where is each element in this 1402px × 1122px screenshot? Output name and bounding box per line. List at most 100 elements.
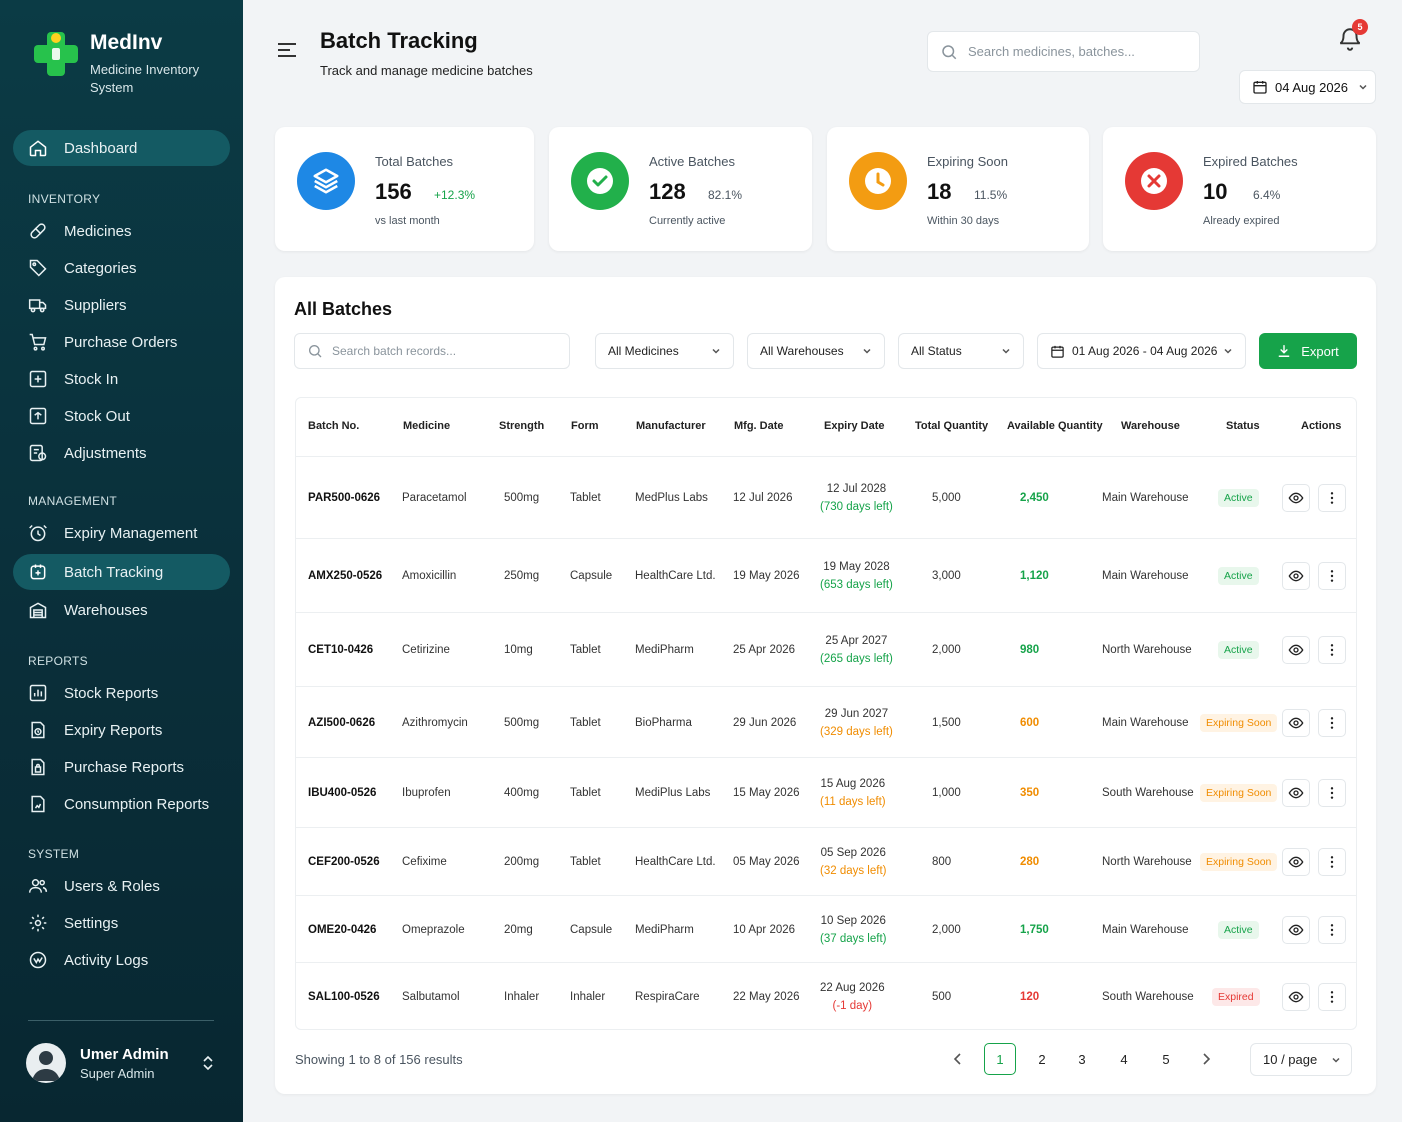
page-2[interactable]: 2 [1026, 1043, 1058, 1075]
sidebar-item-stock-reports[interactable]: Stock Reports [13, 675, 230, 711]
table-row[interactable]: IBU400-0526 Ibuprofen 400mg Tablet MediPlus … [296, 757, 1356, 827]
status-badge: Expiring Soon [1200, 713, 1278, 732]
sidebar-item-label: Adjustments [64, 444, 147, 462]
manufacturer: MedPlus Labs [635, 492, 708, 504]
more-actions-button[interactable] [1318, 708, 1346, 737]
section-system: SYSTEM [28, 847, 80, 861]
days-left: (653 days left) [820, 579, 893, 591]
batch-search-input[interactable] [332, 344, 552, 358]
box-out-icon [29, 407, 47, 425]
table-row[interactable]: OME20-0426 Omeprazole 20mg Capsule MediPharm… [296, 895, 1356, 962]
warehouse: Main Warehouse [1102, 570, 1189, 582]
user-name: Umer Admin [80, 1045, 169, 1063]
sidebar-item-adjustments[interactable]: Adjustments [13, 435, 230, 471]
view-button[interactable] [1282, 915, 1310, 944]
chevron-right-icon[interactable] [1199, 1052, 1213, 1066]
sidebar-item-warehouses[interactable]: Warehouses [13, 592, 230, 628]
filter-date-range[interactable]: 01 Aug 2026 - 04 Aug 2026 [1037, 333, 1246, 369]
view-button[interactable] [1282, 562, 1310, 590]
status-badge: Expiring Soon [1200, 853, 1278, 871]
avatar [26, 1043, 66, 1083]
column-header: Actions [1301, 420, 1342, 432]
global-search[interactable] [927, 31, 1200, 72]
table-row[interactable]: CET10-0426 Cetirizine 10mg Tablet MediPharm 2… [296, 612, 1356, 686]
filter-status[interactable]: All Status [898, 333, 1024, 369]
more-actions-button[interactable] [1318, 562, 1346, 590]
more-actions-button[interactable] [1318, 915, 1346, 944]
sidebar-item-medicines[interactable]: Medicines [13, 213, 230, 249]
mfg-date: 15 May 2026 [733, 787, 800, 799]
sidebar-item-expiry-management[interactable]: Expiry Management [13, 515, 230, 551]
date-picker[interactable]: 04 Aug 2026 [1239, 70, 1376, 104]
chevron-updown-icon[interactable] [200, 1055, 216, 1071]
activity-icon [29, 951, 47, 969]
sidebar-item-suppliers[interactable]: Suppliers [13, 287, 230, 323]
more-actions-button[interactable] [1318, 983, 1346, 1011]
page-1[interactable]: 1 [984, 1043, 1016, 1075]
stat-label: Active Batches [649, 154, 735, 169]
stat-note: vs last month [375, 215, 440, 227]
more-actions-button[interactable] [1318, 636, 1346, 664]
days-left: (730 days left) [820, 501, 893, 513]
form: Tablet [570, 492, 601, 504]
chevron-down-icon [1224, 348, 1232, 354]
view-button[interactable] [1282, 848, 1310, 876]
user-profile[interactable]: Umer Admin Super Admin [26, 1043, 216, 1083]
sidebar-item-expiry-reports[interactable]: Expiry Reports [13, 712, 230, 748]
sidebar-item-batch-tracking[interactable]: Batch Tracking [13, 554, 230, 590]
view-button[interactable] [1282, 484, 1310, 512]
sidebar-item-label: Expiry Management [64, 524, 198, 542]
batches-table: Batch No. Medicine Strength Form Manufac… [295, 397, 1357, 1030]
more-actions-button[interactable] [1318, 779, 1346, 807]
batch-search[interactable] [294, 333, 570, 369]
view-button[interactable] [1282, 779, 1310, 807]
sidebar-item-label: Suppliers [64, 296, 127, 314]
medicine-name: Amoxicillin [402, 570, 457, 582]
page-3[interactable]: 3 [1066, 1043, 1098, 1075]
sidebar-item-purchase-orders[interactable]: Purchase Orders [13, 324, 230, 360]
batches-panel: All Batches All Medicines All Warehouses… [275, 277, 1376, 1094]
sidebar-item-settings[interactable]: Settings [13, 905, 230, 941]
export-button[interactable]: Export [1259, 333, 1357, 369]
table-row[interactable]: CEF200-0526 Cefixime 200mg Tablet HealthCare… [296, 827, 1356, 895]
sidebar-item-purchase-reports[interactable]: Purchase Reports [13, 749, 230, 785]
page-size-select[interactable]: 10 / page [1250, 1043, 1352, 1076]
sidebar-item-categories[interactable]: Categories [13, 250, 230, 286]
sidebar-item-stock-out[interactable]: Stock Out [13, 398, 230, 434]
days-left: (-1 day) [832, 1000, 873, 1012]
sidebar-item-users-roles[interactable]: Users & Roles [13, 868, 230, 904]
mfg-date: 05 May 2026 [733, 856, 800, 868]
filter-medicine[interactable]: All Medicines [595, 333, 734, 369]
sidebar-item-consumption-reports[interactable]: Consumption Reports [13, 786, 230, 822]
page-4[interactable]: 4 [1108, 1043, 1140, 1075]
more-vertical-icon [1330, 787, 1334, 799]
chevron-left-icon[interactable] [951, 1052, 965, 1066]
more-actions-button[interactable] [1318, 484, 1346, 512]
table-row[interactable]: AZI500-0626 Azithromycin 500mg Tablet BioPha… [296, 686, 1356, 757]
check-icon [571, 152, 629, 210]
sidebar-item-activity-logs[interactable]: Activity Logs [13, 942, 230, 978]
global-search-input[interactable] [968, 44, 1168, 59]
view-button[interactable] [1282, 983, 1310, 1011]
sidebar-item-stock-in[interactable]: Stock In [13, 361, 230, 397]
view-button[interactable] [1282, 636, 1310, 664]
page-5[interactable]: 5 [1150, 1043, 1182, 1075]
sidebar-item-label: Settings [64, 914, 119, 932]
sidebar-item-label: Purchase Orders [64, 333, 178, 351]
menu-toggle-icon[interactable] [276, 40, 298, 60]
table-row[interactable]: PAR500-0626 Paracetamol 500mg Tablet MedPlus… [296, 456, 1356, 538]
stat-note: Currently active [649, 215, 726, 227]
sidebar-item-dashboard[interactable]: Dashboard [13, 130, 230, 166]
more-actions-button[interactable] [1318, 848, 1346, 876]
sidebar-item-label: Expiry Reports [64, 721, 163, 739]
expiry-date-value: 29 Jun 2027 [824, 707, 889, 720]
filter-warehouse[interactable]: All Warehouses [747, 333, 885, 369]
search-icon [942, 44, 957, 59]
table-row[interactable]: SAL100-0526 Salbutamol Inhaler Inhaler Respi… [296, 962, 1356, 1030]
available-quantity: 280 [1020, 856, 1040, 868]
table-row[interactable]: AMX250-0526 Amoxicillin 250mg Capsule Health… [296, 538, 1356, 612]
stat-card-expired-batches: Expired Batches 10 6.4% Already expired [1103, 127, 1376, 251]
mfg-date: 12 Jul 2026 [733, 492, 793, 504]
chevron-down-icon [712, 348, 720, 354]
view-button[interactable] [1282, 708, 1310, 737]
